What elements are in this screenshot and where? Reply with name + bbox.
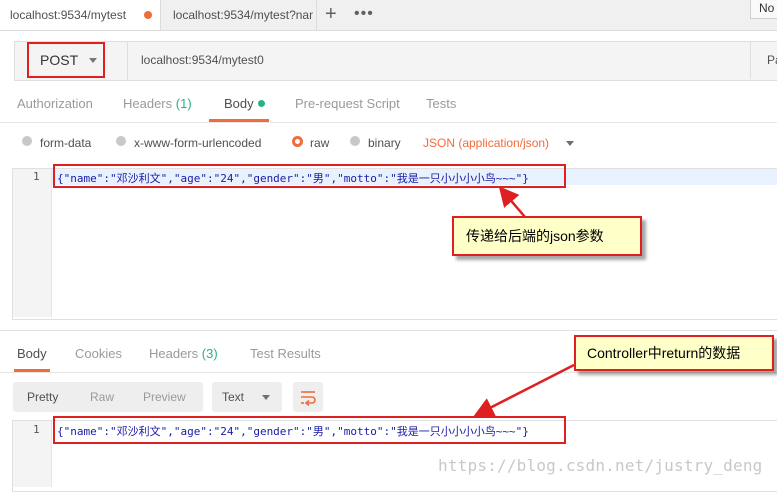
request-arrow (498, 186, 526, 218)
annotation-arrows (473, 186, 575, 417)
response-arrow (473, 363, 575, 417)
